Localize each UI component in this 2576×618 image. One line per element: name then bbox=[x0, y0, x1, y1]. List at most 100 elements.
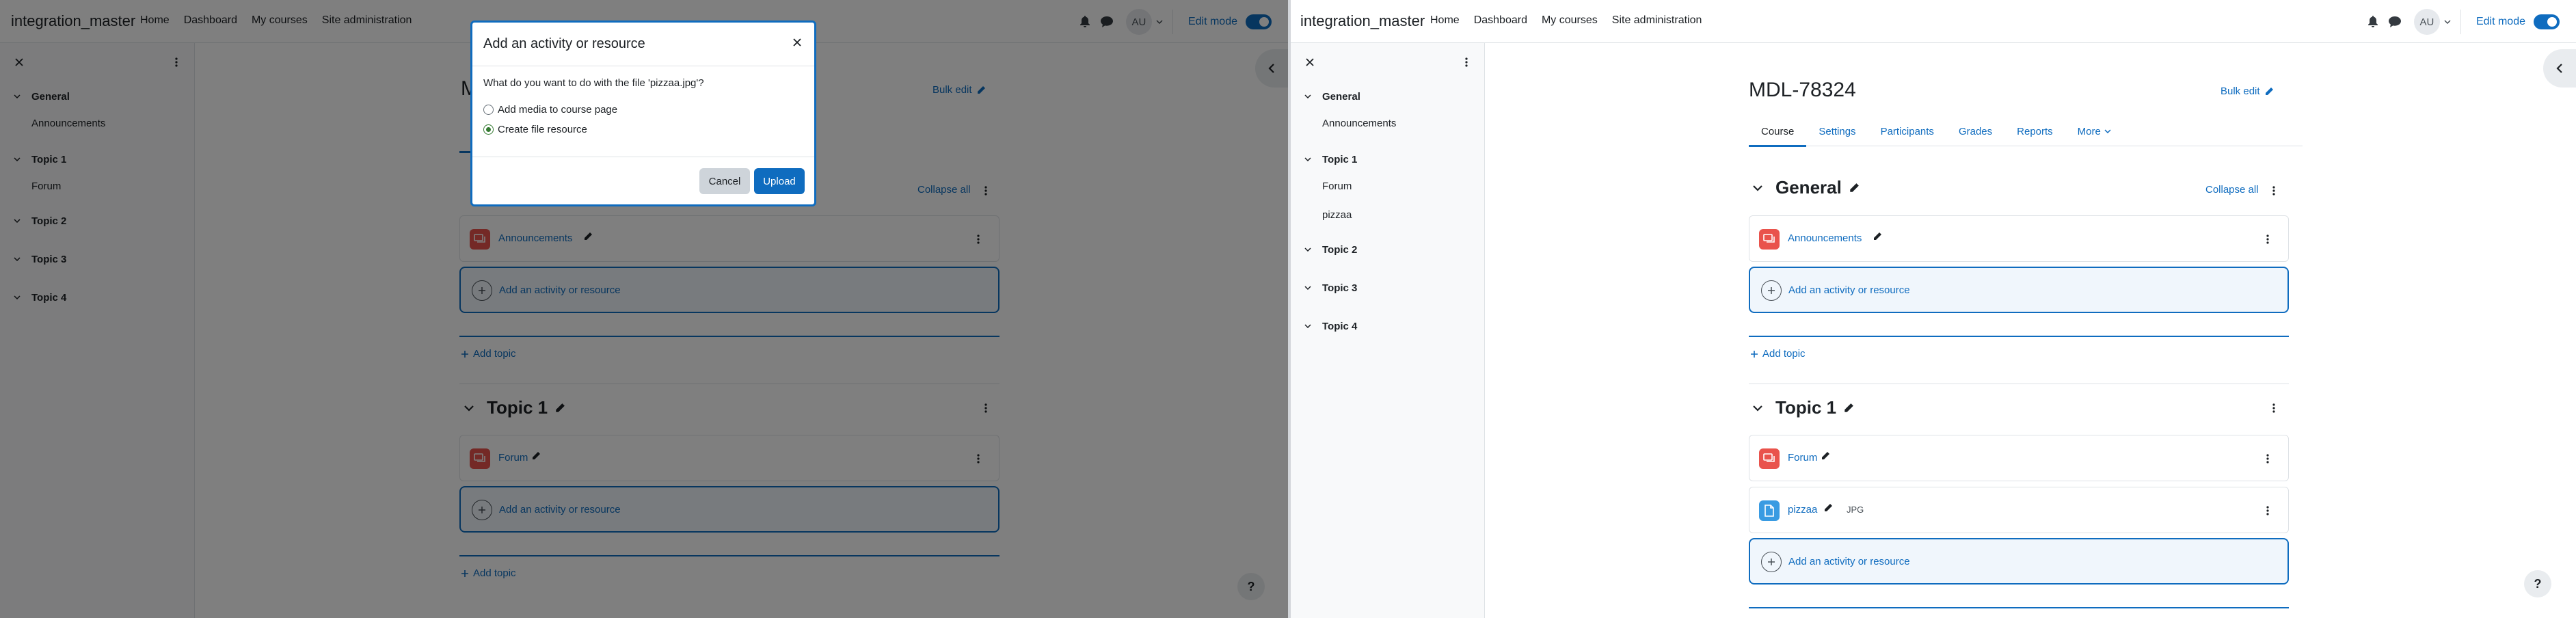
course-index-section-topic-2: Topic 2 bbox=[1291, 237, 1484, 262]
course-index-section-label: Topic 1 bbox=[1322, 153, 1358, 165]
course-index-item[interactable]: Announcements bbox=[1291, 109, 1484, 137]
cancel-button[interactable]: Cancel bbox=[699, 168, 750, 194]
add-activity-button[interactable]: Add an activity or resource bbox=[1749, 538, 2289, 585]
course-content: MDL-78324 Bulk edit Course Settings Part… bbox=[1486, 43, 2576, 618]
tab-participants[interactable]: Participants bbox=[1868, 116, 1946, 146]
kebab-menu-icon[interactable] bbox=[1458, 54, 1475, 70]
chevron-down-icon[interactable] bbox=[1304, 286, 1315, 290]
site-brand[interactable]: integration_master bbox=[1300, 12, 1425, 30]
pencil-icon bbox=[2265, 87, 2273, 95]
kebab-menu-icon[interactable] bbox=[2261, 451, 2275, 467]
course-index-section-topic-4: Topic 4 bbox=[1291, 314, 1484, 338]
bulk-edit-link[interactable]: Bulk edit bbox=[2221, 85, 2274, 97]
page-title: MDL-78324 bbox=[1749, 79, 1856, 101]
nav-home[interactable]: Home bbox=[1430, 14, 1460, 27]
chevron-down-icon[interactable] bbox=[1304, 94, 1315, 98]
chat-bubble-icon[interactable] bbox=[2387, 14, 2403, 30]
activity-link[interactable]: Forum bbox=[1788, 452, 1817, 464]
course-index-section-title[interactable]: General bbox=[1291, 84, 1484, 109]
kebab-menu-icon[interactable] bbox=[2261, 502, 2275, 519]
course-index-item[interactable]: Forum bbox=[1291, 172, 1484, 200]
section-header-topic-1: Topic 1 bbox=[1752, 397, 1854, 418]
close-icon[interactable] bbox=[1302, 54, 1318, 70]
activity-link[interactable]: pizzaa bbox=[1788, 504, 1817, 515]
nav-site-administration[interactable]: Site administration bbox=[1612, 14, 1702, 27]
user-avatar[interactable]: AU bbox=[2413, 9, 2440, 35]
bell-icon[interactable] bbox=[2365, 14, 2381, 30]
radio-label: Add media to course page bbox=[498, 104, 618, 116]
close-icon[interactable] bbox=[790, 35, 805, 50]
right-browser-panel: integration_master Home Dashboard My cou… bbox=[1291, 0, 2576, 618]
upload-button[interactable]: Upload bbox=[754, 168, 805, 194]
course-index-section-label: Topic 3 bbox=[1322, 282, 1358, 294]
radio-add-media[interactable]: Add media to course page bbox=[483, 104, 803, 116]
left-browser-panel: integration_master Home Dashboard My cou… bbox=[0, 0, 1288, 618]
pencil-icon[interactable] bbox=[1843, 403, 1854, 414]
chevron-down-icon[interactable] bbox=[1752, 185, 1767, 191]
section-divider bbox=[1749, 607, 2289, 608]
activity-card: Announcements bbox=[1749, 215, 2289, 262]
nav-dashboard[interactable]: Dashboard bbox=[1474, 14, 1527, 27]
activity-card: pizzaa JPG bbox=[1749, 487, 2289, 533]
pencil-icon[interactable] bbox=[1849, 183, 1860, 193]
add-topic-label: Add topic bbox=[1762, 348, 1806, 360]
plus-icon bbox=[1761, 552, 1782, 572]
section-header-general: General bbox=[1752, 177, 1860, 198]
tab-grades[interactable]: Grades bbox=[1946, 116, 2004, 146]
activity-link[interactable]: Announcements bbox=[1788, 232, 1862, 244]
pencil-icon[interactable] bbox=[1821, 451, 1830, 461]
kebab-menu-icon[interactable] bbox=[2261, 231, 2275, 247]
chevron-down-icon[interactable] bbox=[1304, 324, 1315, 328]
add-activity-label: Add an activity or resource bbox=[1788, 556, 1910, 567]
kebab-menu-icon[interactable] bbox=[2267, 183, 2281, 199]
navbar: integration_master Home Dashboard My cou… bbox=[1291, 0, 2576, 43]
edit-mode-label[interactable]: Edit mode bbox=[2476, 16, 2525, 28]
tab-more[interactable]: More bbox=[2065, 116, 2123, 146]
chevron-down-icon[interactable] bbox=[2444, 20, 2451, 24]
edit-mode-toggle[interactable] bbox=[2534, 14, 2560, 29]
course-index-section-general: General Announcements bbox=[1291, 84, 1484, 137]
course-index-item[interactable]: pizzaa bbox=[1291, 200, 1484, 229]
radio-button[interactable] bbox=[483, 105, 494, 115]
modal-prompt: What do you want to do with the file 'pi… bbox=[483, 77, 704, 89]
bulk-edit-label: Bulk edit bbox=[2221, 85, 2260, 97]
file-type-badge: JPG bbox=[1847, 505, 1864, 515]
tab-course[interactable]: Course bbox=[1749, 116, 1807, 147]
radio-create-file-resource[interactable]: Create file resource bbox=[483, 124, 803, 135]
tab-reports[interactable]: Reports bbox=[2004, 116, 2065, 146]
file-icon bbox=[1759, 500, 1780, 521]
course-index-drawer: General Announcements Topic 1 Forum pizz… bbox=[1291, 43, 1485, 618]
course-index-section-topic-3: Topic 3 bbox=[1291, 276, 1484, 300]
radio-button-checked[interactable] bbox=[483, 124, 494, 135]
pencil-icon[interactable] bbox=[1873, 232, 1882, 241]
radio-label: Create file resource bbox=[498, 124, 587, 135]
course-index-section-label: Topic 2 bbox=[1322, 243, 1358, 256]
course-index-section-title[interactable]: Topic 4 bbox=[1291, 314, 1484, 338]
modal-title: Add an activity or resource bbox=[483, 36, 645, 51]
course-index-section-label: General bbox=[1322, 90, 1360, 103]
chevron-down-icon[interactable] bbox=[1304, 157, 1315, 161]
collapse-all-link[interactable]: Collapse all bbox=[2205, 184, 2259, 196]
pencil-icon[interactable] bbox=[1823, 503, 1833, 513]
course-index-section-title[interactable]: Topic 3 bbox=[1291, 276, 1484, 300]
chevron-down-icon[interactable] bbox=[1304, 247, 1315, 252]
add-activity-button[interactable]: Add an activity or resource bbox=[1749, 267, 2289, 313]
kebab-menu-icon[interactable] bbox=[2267, 400, 2281, 416]
course-index-section-title[interactable]: Topic 2 bbox=[1291, 237, 1484, 262]
add-activity-label: Add an activity or resource bbox=[1788, 284, 1910, 296]
chevron-down-icon bbox=[2104, 129, 2111, 133]
section-divider bbox=[1749, 336, 2289, 337]
chevron-down-icon[interactable] bbox=[1752, 405, 1767, 412]
navbar-user-area: AU Edit mode bbox=[2365, 9, 2560, 35]
forum-icon bbox=[1759, 229, 1780, 250]
block-drawer-toggle[interactable] bbox=[2543, 49, 2576, 88]
tab-settings[interactable]: Settings bbox=[1806, 116, 1868, 146]
help-button[interactable]: ? bbox=[2524, 570, 2551, 597]
forum-icon bbox=[1759, 448, 1780, 469]
navbar-separator bbox=[2460, 10, 2461, 34]
chevron-left-icon bbox=[2556, 64, 2562, 73]
add-topic-link[interactable]: Add topic bbox=[1750, 348, 1806, 360]
add-activity-modal: Add an activity or resource What do you … bbox=[470, 21, 816, 206]
course-index-section-title[interactable]: Topic 1 bbox=[1291, 147, 1484, 172]
nav-my-courses[interactable]: My courses bbox=[1542, 14, 1598, 27]
